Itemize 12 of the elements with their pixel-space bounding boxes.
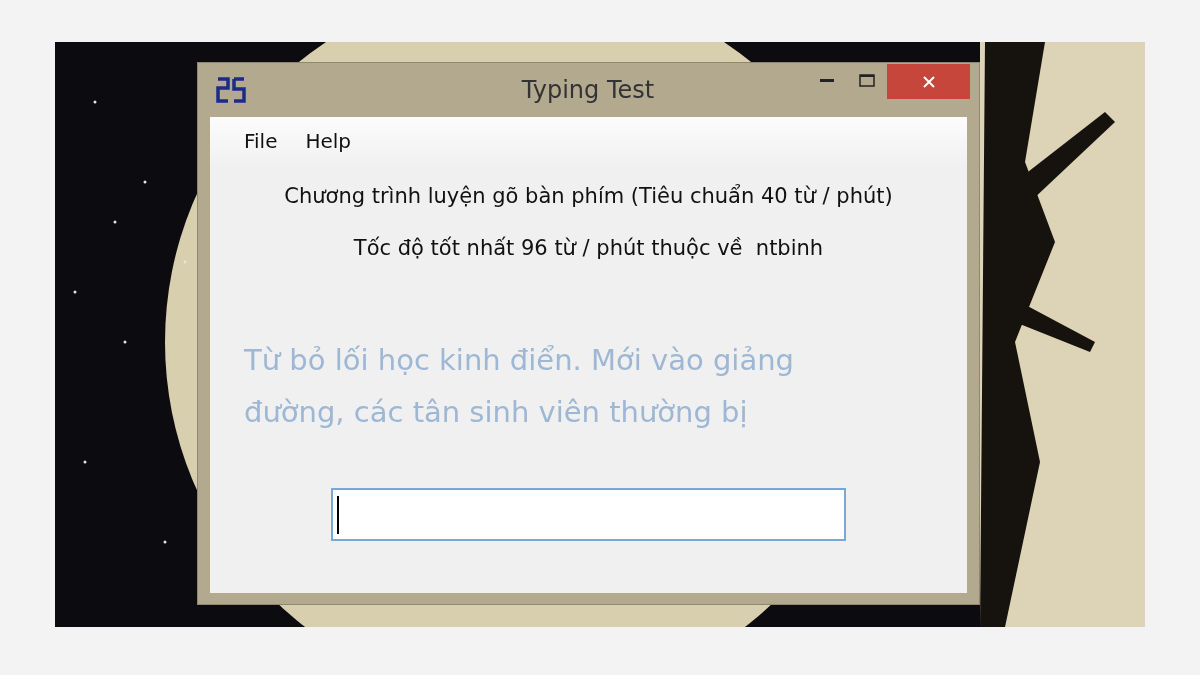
sample-text: Từ bỏ lối học kinh điển. Mới vào giảng đường, các tân sinh viên thường bị xyxy=(244,342,795,431)
menu-item[interactable]: Help xyxy=(297,126,360,156)
app-icon xyxy=(216,76,246,104)
best-score-text: Tốc độ tốt nhất 96 từ / phút thuộc về ntbinh xyxy=(352,234,825,262)
menu-item[interactable]: File xyxy=(236,126,286,156)
window-title: Typing Test xyxy=(520,75,656,106)
minimize-icon xyxy=(820,78,834,82)
typing-field[interactable] xyxy=(331,488,846,541)
maximize-icon xyxy=(859,73,875,87)
text-cursor xyxy=(337,495,339,534)
close-icon xyxy=(921,74,936,89)
heading-text: Chương trình luyện gõ bàn phím (Tiêu chuẩn 40 từ / phút) xyxy=(283,183,894,210)
